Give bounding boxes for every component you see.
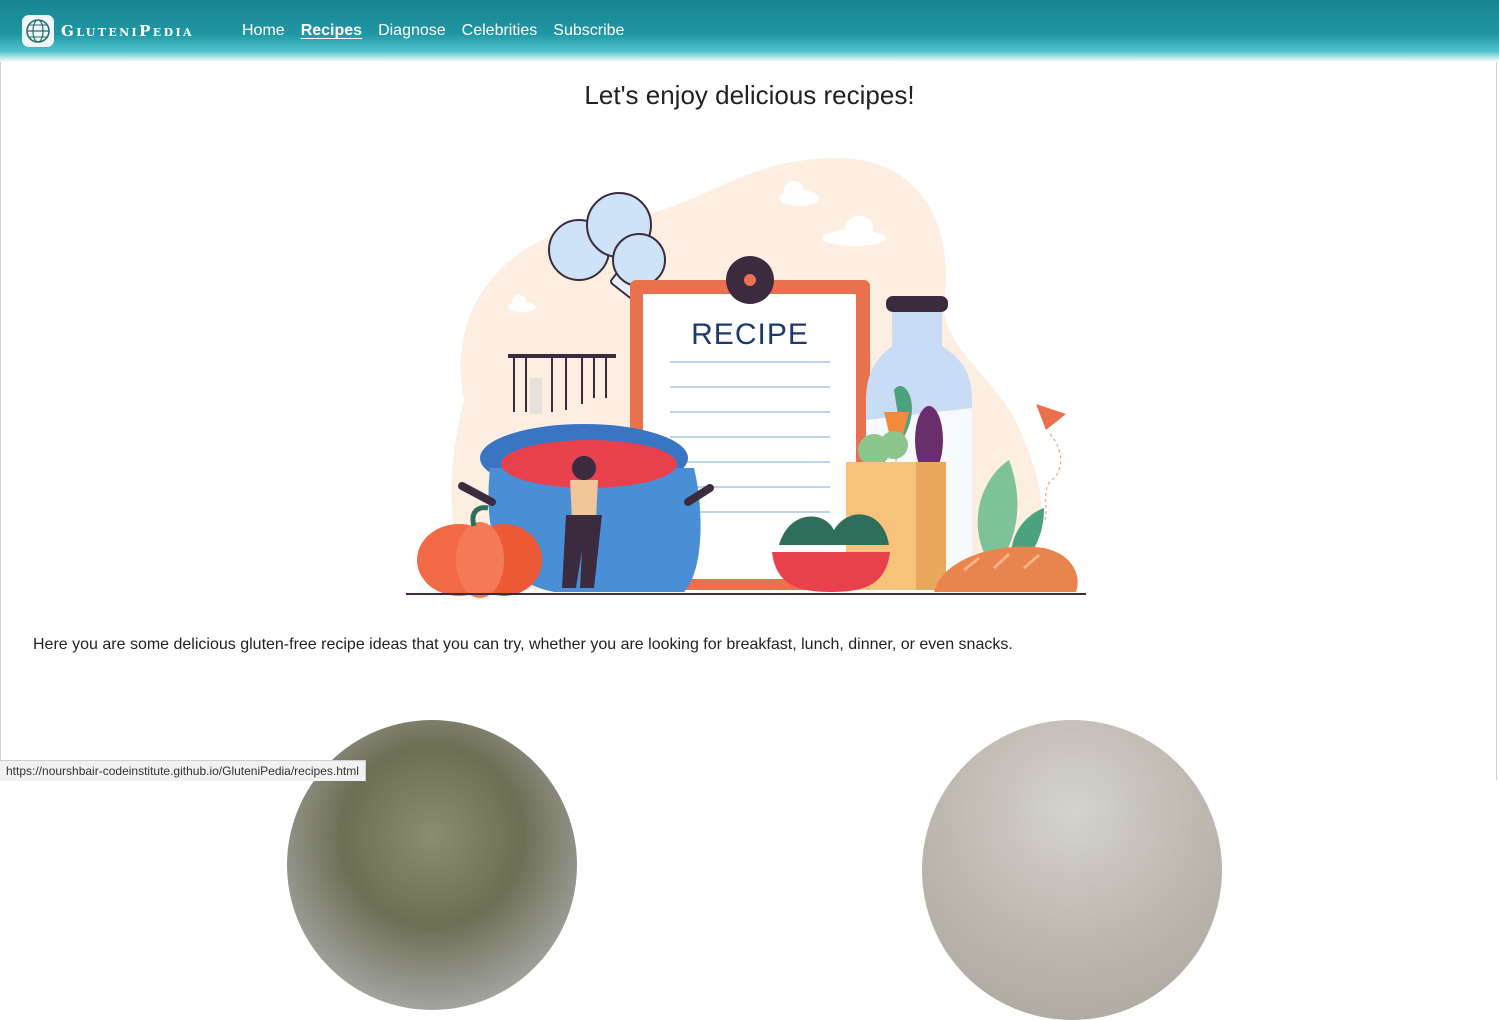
salad-bowl-icon [772,514,890,592]
brand-link[interactable]: GluteniPedia [22,15,194,47]
brand-name: GluteniPedia [61,22,194,40]
nav-subscribe-link[interactable]: Subscribe [553,20,624,42]
navbar: GluteniPedia Home Recipes Diagnose Celeb… [0,0,1499,62]
nav-recipes-link[interactable]: Recipes [301,20,362,42]
nav-diagnose-link[interactable]: Diagnose [378,20,446,42]
nav-celebrities-link[interactable]: Celebrities [462,20,538,42]
page-title: Let's enjoy delicious recipes! [584,80,915,110]
recipe-thumbnail-2[interactable] [922,720,1222,1020]
intro-paragraph: Here you are some delicious gluten-free … [33,636,1013,653]
nav-home-link[interactable]: Home [242,20,285,42]
main-nav: Home Recipes Diagnose Celebrities Subscr… [242,20,640,42]
clipboard-label: RECIPE [691,318,809,351]
globe-logo-icon [22,15,54,47]
recipe-illustration: RECIPE [406,157,1086,598]
status-bar-url: https://nourshbair-codeinstitute.github.… [0,760,366,781]
